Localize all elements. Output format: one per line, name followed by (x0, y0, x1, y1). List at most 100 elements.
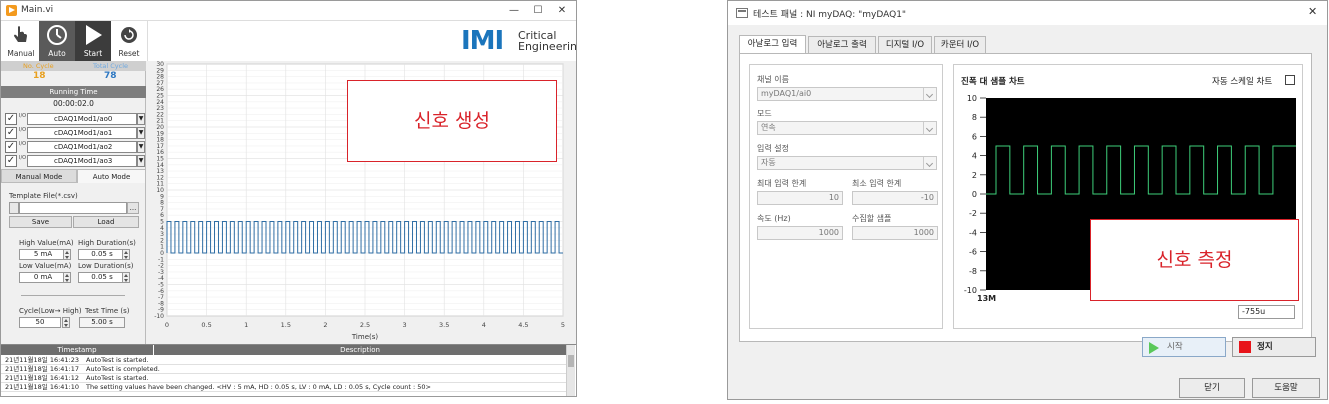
signal-generation-annotation: 신호 생성 (347, 80, 557, 162)
settings-group: 채널 이름 myDAQ1/ai0 모드 연속 입력 설정 자동 최대 입력 한계… (749, 64, 943, 329)
channel-checkbox[interactable]: ✓ (5, 155, 17, 167)
tab-digital-io[interactable]: 디지털 I/O (878, 36, 932, 53)
y-tick-label: -4 (969, 228, 977, 237)
chevron-down-icon[interactable]: ▼ (137, 155, 145, 167)
y-tick-label: -2 (969, 209, 977, 218)
tab-counter-io[interactable]: 카운터 I/O (934, 36, 986, 53)
x-tick-label: 4.5 (518, 321, 528, 329)
log-scrollbar[interactable] (566, 345, 575, 396)
stop-icon (1239, 341, 1251, 353)
rate-label: 속도 (Hz) (757, 214, 791, 223)
autoscale-checkbox[interactable] (1285, 75, 1295, 85)
channel-row: ✓ I/O cDAQ1Mod1/ao2 ▼ (5, 141, 145, 153)
log-row: 21년11월18일 16:41:10 The setting values ha… (1, 383, 566, 392)
close-dialog-button[interactable]: 닫기 (1179, 378, 1245, 398)
start-button[interactable]: Start (75, 21, 111, 61)
low-value-input[interactable]: 0 mA (19, 272, 67, 283)
channel-checkbox[interactable]: ✓ (5, 127, 17, 139)
signal-measurement-annotation: 신호 측정 (1090, 219, 1299, 301)
low-duration-stepper[interactable] (122, 272, 130, 283)
browse-button[interactable]: ... (127, 202, 139, 214)
chevron-down-icon[interactable]: ▼ (137, 141, 145, 153)
maximize-button[interactable]: ☐ (527, 3, 549, 19)
folder-icon[interactable] (9, 202, 19, 214)
input-config-label: 입력 설정 (757, 144, 789, 153)
test-time-label: Test Time (s) (85, 307, 130, 315)
play-icon (86, 25, 102, 45)
channel-row: ✓ I/O cDAQ1Mod1/ao3 ▼ (5, 155, 145, 167)
high-value-label: High Value(mA) (19, 239, 74, 247)
channel-select[interactable]: cDAQ1Mod1/ao3 (27, 155, 137, 167)
tab-auto-mode[interactable]: Auto Mode (77, 169, 146, 183)
chart-x-axis: 0 0.5 1 1.5 2 2.5 3 3.5 4 4.5 5 (165, 321, 565, 329)
panel-icon (736, 8, 748, 18)
low-duration-label: Low Duration(s) (78, 262, 134, 270)
tab-analog-output[interactable]: 아날로그 출력 (808, 36, 876, 53)
template-file-input[interactable] (19, 202, 127, 214)
x-tick-label: 1 (244, 321, 248, 329)
mode-select[interactable]: 연속 (757, 121, 937, 135)
rate-field[interactable]: 1000 (757, 226, 843, 240)
y-tick-label: 6 (972, 132, 977, 141)
scrollbar-thumb[interactable] (568, 355, 574, 367)
save-button[interactable]: Save (9, 216, 72, 228)
io-badge: I/O (19, 127, 27, 133)
low-duration-input[interactable]: 0.05 s (78, 272, 126, 283)
tab-manual-mode[interactable]: Manual Mode (1, 169, 77, 183)
manual-button[interactable]: Manual (3, 21, 39, 61)
samples-label: 수집할 샘플 (852, 214, 892, 223)
tab-analog-input[interactable]: 아날로그 입력 (739, 35, 806, 53)
start-button[interactable]: 시작 (1142, 337, 1226, 357)
chevron-down-icon[interactable]: ▼ (137, 127, 145, 139)
toolbar-divider (147, 21, 148, 61)
close-button[interactable]: ✕ (1308, 5, 1317, 18)
minimize-button[interactable]: — (503, 3, 525, 19)
chevron-down-icon[interactable]: ▼ (137, 113, 145, 125)
input-config-select[interactable]: 자동 (757, 156, 937, 170)
help-button[interactable]: 도움말 (1252, 378, 1320, 398)
high-duration-stepper[interactable] (122, 249, 130, 260)
channel-select[interactable]: cDAQ1Mod1/ao2 (27, 141, 137, 153)
channel-checkbox[interactable]: ✓ (5, 113, 17, 125)
min-input-field[interactable]: -10 (852, 191, 938, 205)
y-tick-label: -10 (964, 286, 977, 295)
close-button[interactable]: ✕ (551, 3, 573, 19)
cycle-input[interactable]: 50 (19, 317, 61, 328)
x-tick-label: 5 (561, 321, 565, 329)
high-value-input[interactable]: 5 mA (19, 249, 67, 260)
y-tick-label: 0 (972, 190, 977, 199)
autoscale-label: 자동 스케일 차트 (1212, 77, 1273, 87)
x-tick-label: 3.5 (439, 321, 449, 329)
max-input-field[interactable]: 10 (757, 191, 843, 205)
cycle-stepper[interactable] (62, 317, 70, 328)
channel-select[interactable]: cDAQ1Mod1/ao1 (27, 127, 137, 139)
chevron-down-icon (923, 88, 936, 100)
chevron-down-icon (923, 157, 936, 169)
io-badge: I/O (19, 113, 27, 119)
control-panel: No. Cycle Total Cycle 18 78 Running Time… (1, 61, 146, 344)
reset-button[interactable]: Reset (111, 21, 147, 61)
running-time-value: 00:00:02.0 (53, 99, 94, 108)
counter-header: No. Cycle Total Cycle (1, 61, 146, 71)
log-row: 21년11월18일 16:41:12 AutoTest is started. (1, 374, 566, 383)
high-duration-input[interactable]: 0.05 s (78, 249, 126, 260)
high-value-stepper[interactable] (63, 249, 71, 260)
title-bar: 테스트 패널 : NI myDAQ: "myDAQ1" ✕ (728, 1, 1327, 25)
no-cycle-value: 18 (33, 71, 46, 81)
load-button[interactable]: Load (73, 216, 139, 228)
y-tick-label: -10 (154, 313, 164, 320)
labview-icon (6, 5, 17, 16)
channel-name-select[interactable]: myDAQ1/ai0 (757, 87, 937, 101)
mode-tabs: Manual Mode Auto Mode (1, 169, 146, 183)
low-value-stepper[interactable] (63, 272, 71, 283)
stop-button[interactable]: 정지 (1232, 337, 1316, 357)
y-tick-label: 4 (972, 152, 977, 161)
channel-select[interactable]: cDAQ1Mod1/ao0 (27, 113, 137, 125)
samples-field[interactable]: 1000 (852, 226, 938, 240)
cycle-auto-icon (47, 25, 67, 45)
imi-logo: IMI Critical Engineering (461, 26, 577, 56)
channel-checkbox[interactable]: ✓ (5, 141, 17, 153)
auto-button[interactable]: Auto (39, 21, 75, 61)
window-title: Main.vi (21, 5, 54, 15)
event-log: Timestamp Description 21년11월18일 16:41:23… (1, 344, 576, 396)
